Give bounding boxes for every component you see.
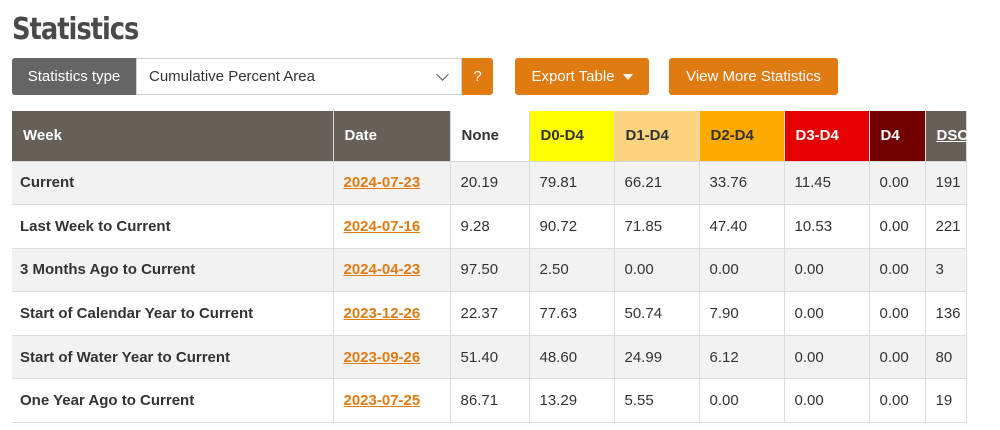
cell-dsci: 80 (925, 335, 967, 380)
cell-none: 22.37 (450, 291, 530, 336)
help-button[interactable]: ? (462, 58, 493, 95)
cell-date: 2024-04-23 (333, 248, 451, 293)
table-row: Start of Water Year to Current 2023-09-26… (12, 335, 967, 380)
header-d4: D4 (869, 111, 926, 162)
cell-d3: 11.45 (784, 161, 870, 206)
dsci-link[interactable]: DSCI (937, 127, 973, 144)
date-link[interactable]: 2024-07-16 (344, 218, 421, 235)
table-row: Current 2024-07-23 20.19 79.81 66.21 33.76 11.… (12, 161, 967, 206)
cell-d1: 66.21 (614, 161, 700, 206)
cell-d4: 0.00 (869, 204, 926, 249)
statistics-type-label: Statistics type (12, 58, 136, 95)
cell-none: 86.71 (450, 378, 530, 424)
header-d3-d4: D3-D4 (784, 111, 870, 162)
cell-dsci: 191 (925, 161, 967, 206)
page-title: Statistics (12, 12, 139, 47)
statistics-table: Week Date None D0-D4 D1-D4 D2-D4 D3-D4 D… (12, 111, 972, 424)
caret-down-icon (622, 73, 633, 80)
cell-date: 2024-07-16 (333, 204, 451, 249)
date-link[interactable]: 2023-12-26 (344, 305, 421, 322)
chevron-down-icon (436, 68, 449, 81)
cell-week: Start of Calendar Year to Current (12, 291, 334, 336)
cell-d0: 2.50 (529, 248, 615, 293)
cell-d0: 77.63 (529, 291, 615, 336)
cell-week: One Year Ago to Current (12, 378, 334, 424)
cell-d4: 0.00 (869, 248, 926, 293)
table-header-row: Week Date None D0-D4 D1-D4 D2-D4 D3-D4 D… (12, 111, 972, 162)
cell-none: 51.40 (450, 335, 530, 380)
cell-d3: 0.00 (784, 335, 870, 380)
cell-d4: 0.00 (869, 161, 926, 206)
cell-d1: 71.85 (614, 204, 700, 249)
cell-d2: 47.40 (699, 204, 785, 249)
cell-d4: 0.00 (869, 378, 926, 424)
export-table-label: Export Table (531, 68, 615, 85)
cell-d3: 0.00 (784, 378, 870, 424)
header-d2-d4: D2-D4 (699, 111, 785, 162)
statistics-type-select[interactable]: Cumulative Percent Area (136, 58, 462, 95)
cell-date: 2023-07-25 (333, 378, 451, 424)
cell-d0: 13.29 (529, 378, 615, 424)
cell-none: 20.19 (450, 161, 530, 206)
cell-d1: 0.00 (614, 248, 700, 293)
cell-d2: 6.12 (699, 335, 785, 380)
export-table-button[interactable]: Export Table (515, 58, 649, 95)
cell-d0: 90.72 (529, 204, 615, 249)
header-date: Date (333, 111, 451, 162)
cell-d2: 33.76 (699, 161, 785, 206)
cell-d2: 0.00 (699, 378, 785, 424)
table-row: 3 Months Ago to Current 2024-04-23 97.50 2.… (12, 248, 967, 293)
cell-week: Current (12, 161, 334, 206)
date-link[interactable]: 2023-07-25 (344, 392, 421, 409)
date-link[interactable]: 2023-09-26 (344, 349, 421, 366)
cell-d2: 7.90 (699, 291, 785, 336)
cell-d3: 10.53 (784, 204, 870, 249)
header-week: Week (12, 111, 334, 162)
cell-d3: 0.00 (784, 248, 870, 293)
cell-d1: 5.55 (614, 378, 700, 424)
cell-d1: 24.99 (614, 335, 700, 380)
cell-d3: 0.00 (784, 291, 870, 336)
cell-dsci: 3 (925, 248, 967, 293)
cell-date: 2024-07-23 (333, 161, 451, 206)
cell-none: 9.28 (450, 204, 530, 249)
cell-dsci: 221 (925, 204, 967, 249)
cell-none: 97.50 (450, 248, 530, 293)
header-dsci[interactable]: DSCI (925, 111, 972, 162)
cell-week: Start of Water Year to Current (12, 335, 334, 380)
cell-date: 2023-12-26 (333, 291, 451, 336)
cell-d1: 50.74 (614, 291, 700, 336)
header-none: None (450, 111, 530, 162)
cell-date: 2023-09-26 (333, 335, 451, 380)
date-link[interactable]: 2024-07-23 (344, 174, 421, 191)
table-row: Start of Calendar Year to Current 2023-12… (12, 291, 967, 336)
table-row: Last Week to Current 2024-07-16 9.28 90.72 7… (12, 204, 967, 249)
date-link[interactable]: 2024-04-23 (344, 261, 421, 278)
cell-d0: 48.60 (529, 335, 615, 380)
statistics-type-value: Cumulative Percent Area (149, 68, 315, 85)
header-d1-d4: D1-D4 (614, 111, 700, 162)
cell-d0: 79.81 (529, 161, 615, 206)
table-row: One Year Ago to Current 2023-07-25 86.71 13… (12, 378, 967, 424)
cell-week: 3 Months Ago to Current (12, 248, 334, 293)
cell-d4: 0.00 (869, 335, 926, 380)
cell-d4: 0.00 (869, 291, 926, 336)
view-more-statistics-button[interactable]: View More Statistics (669, 58, 838, 95)
cell-dsci: 136 (925, 291, 967, 336)
header-d0-d4: D0-D4 (529, 111, 615, 162)
cell-week: Last Week to Current (12, 204, 334, 249)
cell-dsci: 19 (925, 378, 967, 424)
cell-d2: 0.00 (699, 248, 785, 293)
